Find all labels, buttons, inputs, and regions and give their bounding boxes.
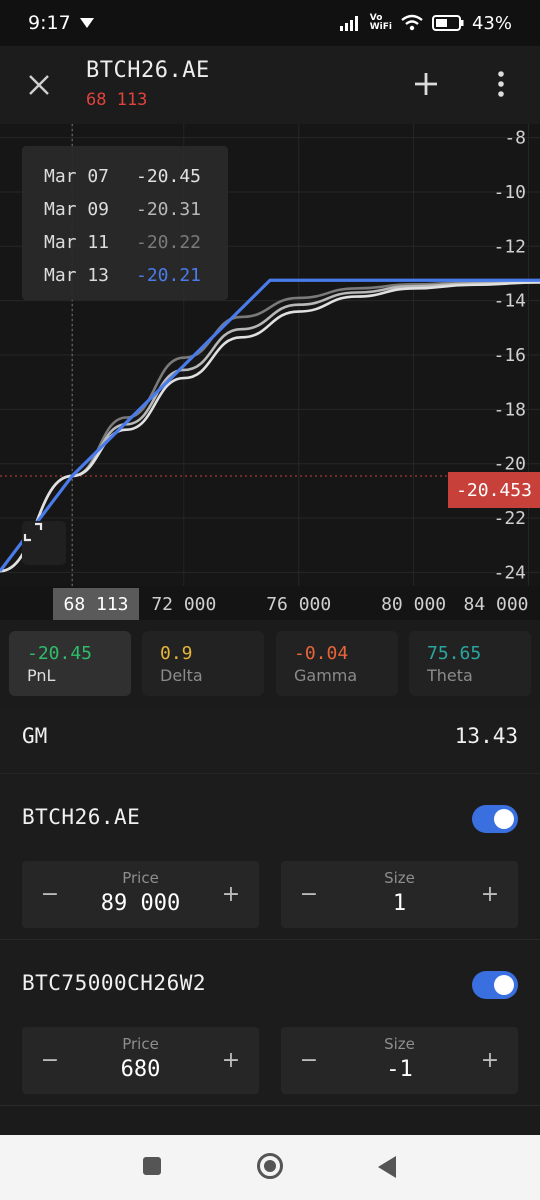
gm-value: 13.43 <box>454 724 518 748</box>
wifi-icon <box>401 14 423 31</box>
expand-chart-button[interactable] <box>22 521 66 565</box>
greeks-bar: -20.45 PnL 0.9 Delta -0.04 Gamma 75.65 T… <box>0 620 540 710</box>
chart-tooltip: Mar 07 -20.45 Mar 09 -20.31 Mar 11 -20.22 M… <box>22 146 228 300</box>
toggle-knob <box>494 809 514 829</box>
tooltip-row: Mar 13 -20.21 <box>44 259 206 292</box>
tooltip-row: Mar 11 -20.22 <box>44 226 206 259</box>
payoff-chart[interactable]: -8 -10 -12 -14 -16 -18 -20 -22 -24 72 000 76 000 80… <box>0 124 540 620</box>
y-tick-label: -16 <box>493 345 526 366</box>
price-stepper[interactable]: − Price 680 + <box>22 1027 259 1094</box>
y-tick-label: -10 <box>493 182 526 203</box>
leg-card: BTC75000CH26W2 − Price 680 + − Size -1 + <box>0 941 540 1106</box>
greek-value: 0.9 <box>160 643 193 664</box>
x-tick-label: 84 000 <box>463 594 528 615</box>
expand-icon <box>23 522 43 542</box>
x-tick-label: 76 000 <box>266 594 331 615</box>
underlying-price: 68 113 <box>86 90 148 110</box>
gm-label: GM <box>22 724 48 748</box>
size-stepper[interactable]: − Size -1 + <box>281 1027 518 1094</box>
close-icon[interactable] <box>24 70 54 100</box>
leg-name: BTC75000CH26W2 <box>22 971 207 995</box>
add-icon[interactable] <box>410 68 442 100</box>
y-tick-label: -8 <box>504 128 526 149</box>
battery-icon <box>431 15 464 31</box>
tooltip-value: -20.22 <box>136 232 202 253</box>
page-title: BTCH26.AE <box>86 58 210 83</box>
increment-button[interactable]: + <box>475 1045 505 1075</box>
tooltip-date: Mar 09 <box>44 199 110 220</box>
status-time: 9:17 <box>28 12 71 34</box>
x-tick-label: 80 000 <box>381 594 446 615</box>
y-tick-label: -12 <box>493 236 526 257</box>
y-tick-label: -18 <box>493 399 526 420</box>
greek-label: Gamma <box>294 666 358 685</box>
tooltip-value: -20.31 <box>136 199 202 220</box>
back-icon[interactable] <box>376 1155 398 1179</box>
y-tick-label: -24 <box>493 562 526 583</box>
price-stepper[interactable]: − Price 89 000 + <box>22 861 259 928</box>
leg-toggle[interactable] <box>472 805 518 833</box>
greek-value: 75.65 <box>427 643 482 664</box>
app-header: BTCH26.AE 68 113 <box>0 46 540 124</box>
current-pnl-tag: -20.453 <box>448 472 540 508</box>
volte-icon: Vo WiFi <box>369 13 392 32</box>
current-price-tag: 68 113 <box>53 588 139 620</box>
size-stepper[interactable]: − Size 1 + <box>281 861 518 928</box>
leg-toggle[interactable] <box>472 971 518 999</box>
x-tick-label: 72 000 <box>151 594 216 615</box>
notification-icon <box>79 18 94 28</box>
greek-value: -20.45 <box>27 643 93 664</box>
tooltip-date: Mar 07 <box>44 166 110 187</box>
greek-label: PnL <box>27 666 56 685</box>
greek-gamma-tab[interactable]: -0.04 Gamma <box>276 631 398 696</box>
tooltip-value: -20.45 <box>136 166 202 187</box>
tooltip-row: Mar 09 -20.31 <box>44 193 206 226</box>
battery-percent: 43% <box>471 12 512 34</box>
greek-value: -0.04 <box>294 643 349 664</box>
recents-icon[interactable] <box>142 1156 162 1176</box>
leg-name: BTCH26.AE <box>22 805 141 829</box>
payoff-series-line <box>0 281 540 573</box>
leg-card: BTCH26.AE − Price 89 000 + − Size 1 + <box>0 775 540 940</box>
more-icon[interactable] <box>488 68 514 100</box>
increment-button[interactable]: + <box>216 1045 246 1075</box>
tooltip-date: Mar 11 <box>44 232 110 253</box>
y-tick-label: -22 <box>493 508 526 529</box>
system-nav-bar <box>0 1135 540 1200</box>
increment-button[interactable]: + <box>216 879 246 909</box>
greek-theta-tab[interactable]: 75.65 Theta <box>409 631 531 696</box>
gm-row: GM 13.43 <box>0 710 540 774</box>
tooltip-date: Mar 13 <box>44 265 110 286</box>
signal-icon <box>339 16 358 31</box>
y-tick-label: -14 <box>493 291 526 312</box>
greek-delta-tab[interactable]: 0.9 Delta <box>142 631 264 696</box>
toggle-knob <box>494 975 514 995</box>
status-bar: 9:17 Vo WiFi 43% <box>0 0 540 46</box>
home-icon[interactable] <box>256 1152 284 1180</box>
greek-pnl-tab[interactable]: -20.45 PnL <box>9 631 131 696</box>
tooltip-row: Mar 07 -20.45 <box>44 160 206 193</box>
increment-button[interactable]: + <box>475 879 505 909</box>
greek-label: Delta <box>160 666 203 685</box>
tooltip-value: -20.21 <box>136 265 202 286</box>
greek-label: Theta <box>427 666 473 685</box>
